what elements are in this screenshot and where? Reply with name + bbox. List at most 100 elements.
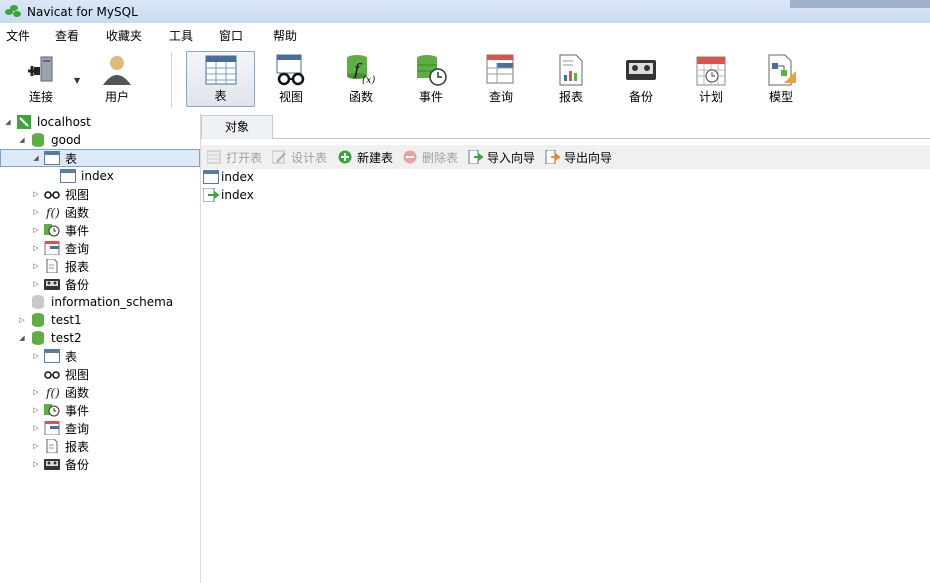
- table-icon: [44, 151, 60, 165]
- table-button[interactable]: 表: [186, 51, 255, 107]
- import-icon: [468, 149, 484, 165]
- menu-tools[interactable]: 工具: [169, 27, 193, 44]
- report-icon: [554, 53, 588, 87]
- plug-icon: [24, 53, 58, 87]
- tree-label: 视图: [65, 367, 90, 382]
- tree-label: good: [51, 133, 81, 147]
- new-table-button[interactable]: 新建表: [338, 149, 393, 165]
- tree-label: 事件: [65, 403, 90, 418]
- tree-node-good-queries[interactable]: ▷ 查询: [32, 239, 89, 257]
- list-item[interactable]: index: [202, 186, 254, 204]
- backup-button[interactable]: 备份: [608, 51, 674, 107]
- user-button[interactable]: 用户: [84, 51, 150, 107]
- report-button[interactable]: 报表: [538, 51, 604, 107]
- tree-node-good-events[interactable]: ▷ 事件: [32, 221, 89, 239]
- list-item[interactable]: index: [203, 168, 254, 186]
- connect-button[interactable]: 连接: [8, 51, 74, 107]
- tree-node-localhost[interactable]: ◢ localhost: [4, 113, 91, 131]
- expand-arrow-icon[interactable]: ▷: [32, 388, 40, 396]
- menu-file[interactable]: 文件: [6, 27, 30, 44]
- tree-label: 报表: [65, 439, 90, 454]
- menu-favorites[interactable]: 收藏夹: [106, 27, 142, 44]
- function-button[interactable]: f (x) 函数: [328, 51, 394, 107]
- table-icon: [203, 170, 219, 184]
- navigation-tree[interactable]: ◢ localhost ◢ good ◢ 表 index ▷ 视图 ▷ f() …: [0, 113, 201, 583]
- model-button[interactable]: 模型: [748, 51, 814, 107]
- tree-node-good-backups[interactable]: ▷ 备份: [32, 275, 89, 293]
- expand-arrow-icon[interactable]: ▷: [32, 406, 40, 414]
- tree-node-good-views[interactable]: ▷ 视图: [32, 185, 89, 203]
- expand-arrow-icon[interactable]: ▷: [32, 424, 40, 432]
- expand-arrow-icon[interactable]: ▷: [32, 460, 40, 468]
- delete-table-button[interactable]: 删除表: [403, 149, 458, 165]
- collapse-arrow-icon[interactable]: ◢: [4, 118, 12, 126]
- tree-label: 函数: [65, 385, 90, 400]
- view-label: 视图: [278, 90, 303, 104]
- schedule-button[interactable]: 计划: [678, 51, 744, 107]
- expand-arrow-icon[interactable]: ▷: [18, 316, 26, 324]
- view-button[interactable]: 视图: [258, 51, 324, 107]
- backup-cassette-icon: [44, 457, 60, 471]
- calendar-clock-icon: [694, 53, 728, 87]
- window-title: Navicat for MySQL: [27, 4, 138, 19]
- collapse-arrow-icon[interactable]: ◢: [18, 334, 26, 342]
- export-icon: [545, 149, 561, 165]
- table-import-icon: [202, 187, 220, 203]
- navicat-logo-icon: [5, 4, 21, 19]
- expand-arrow-icon[interactable]: ▷: [32, 280, 40, 288]
- tree-node-test2-queries[interactable]: ▷ 查询: [32, 419, 89, 437]
- menu-view[interactable]: 查看: [55, 27, 79, 44]
- menu-window[interactable]: 窗口: [219, 27, 243, 44]
- tree-node-good-functions[interactable]: ▷ f() 函数: [32, 203, 89, 221]
- tree-node-test2-reports[interactable]: ▷ 报表: [32, 437, 89, 455]
- connect-dropdown-arrow[interactable]: ▼: [74, 76, 80, 85]
- tab-objects[interactable]: 对象: [201, 115, 273, 139]
- collapse-arrow-icon[interactable]: ◢: [18, 136, 26, 144]
- export-wizard-button[interactable]: 导出向导: [545, 149, 612, 165]
- backup-cassette-icon: [44, 277, 60, 291]
- expand-arrow-icon[interactable]: ▷: [32, 352, 40, 360]
- event-button[interactable]: 事件: [398, 51, 464, 107]
- tree-node-test2-views[interactable]: 视图: [44, 365, 89, 383]
- expand-arrow-icon[interactable]: ▷: [32, 262, 40, 270]
- query-icon: [484, 53, 518, 87]
- tree-node-information-schema[interactable]: information_schema: [30, 293, 173, 311]
- collapse-arrow-icon[interactable]: ◢: [32, 154, 40, 162]
- tree-node-good-tables[interactable]: ◢ 表: [0, 149, 200, 167]
- tree-node-test2-backups[interactable]: ▷ 备份: [32, 455, 89, 473]
- tree-node-good[interactable]: ◢ good: [18, 131, 81, 149]
- event-clock-icon: [44, 223, 60, 237]
- tree-label: 视图: [65, 187, 90, 202]
- query-button[interactable]: 查询: [468, 51, 534, 107]
- tree-label: 备份: [65, 277, 90, 292]
- tree-node-test2-tables[interactable]: ▷ 表: [32, 347, 77, 365]
- tree-label: 表: [65, 349, 78, 364]
- open-table-button[interactable]: 打开表: [206, 149, 262, 165]
- expand-arrow-icon[interactable]: ▷: [32, 226, 40, 234]
- tree-node-test1[interactable]: ▷ test1: [18, 311, 82, 329]
- tree-node-test2-functions[interactable]: ▷ f() 函数: [32, 383, 89, 401]
- menu-help[interactable]: 帮助: [273, 27, 297, 44]
- tree-node-good-reports[interactable]: ▷ 报表: [32, 257, 89, 275]
- user-label: 用户: [104, 90, 129, 104]
- tree-node-index-table[interactable]: index: [60, 167, 114, 185]
- view-glasses-icon: [44, 367, 60, 381]
- database-icon: [30, 331, 46, 345]
- tree-label: test2: [51, 331, 82, 345]
- expand-arrow-icon[interactable]: ▷: [32, 190, 40, 198]
- svg-text:(x): (x): [362, 75, 376, 86]
- view-glasses-icon: [44, 187, 60, 201]
- expand-arrow-icon[interactable]: ▷: [32, 208, 40, 216]
- object-tab-bar: 对象: [201, 113, 930, 139]
- design-table-button[interactable]: 设计表: [271, 149, 327, 165]
- report-icon: [44, 258, 60, 274]
- table-icon: [44, 349, 60, 363]
- tree-node-test2-events[interactable]: ▷ 事件: [32, 401, 89, 419]
- expand-arrow-icon[interactable]: ▷: [32, 442, 40, 450]
- tree-node-test2[interactable]: ◢ test2: [18, 329, 82, 347]
- expand-arrow-icon[interactable]: ▷: [32, 244, 40, 252]
- import-wizard-button[interactable]: 导入向导: [468, 149, 535, 165]
- backup-label: 备份: [628, 90, 653, 104]
- tree-label: 函数: [65, 205, 90, 220]
- table-icon: [60, 169, 76, 183]
